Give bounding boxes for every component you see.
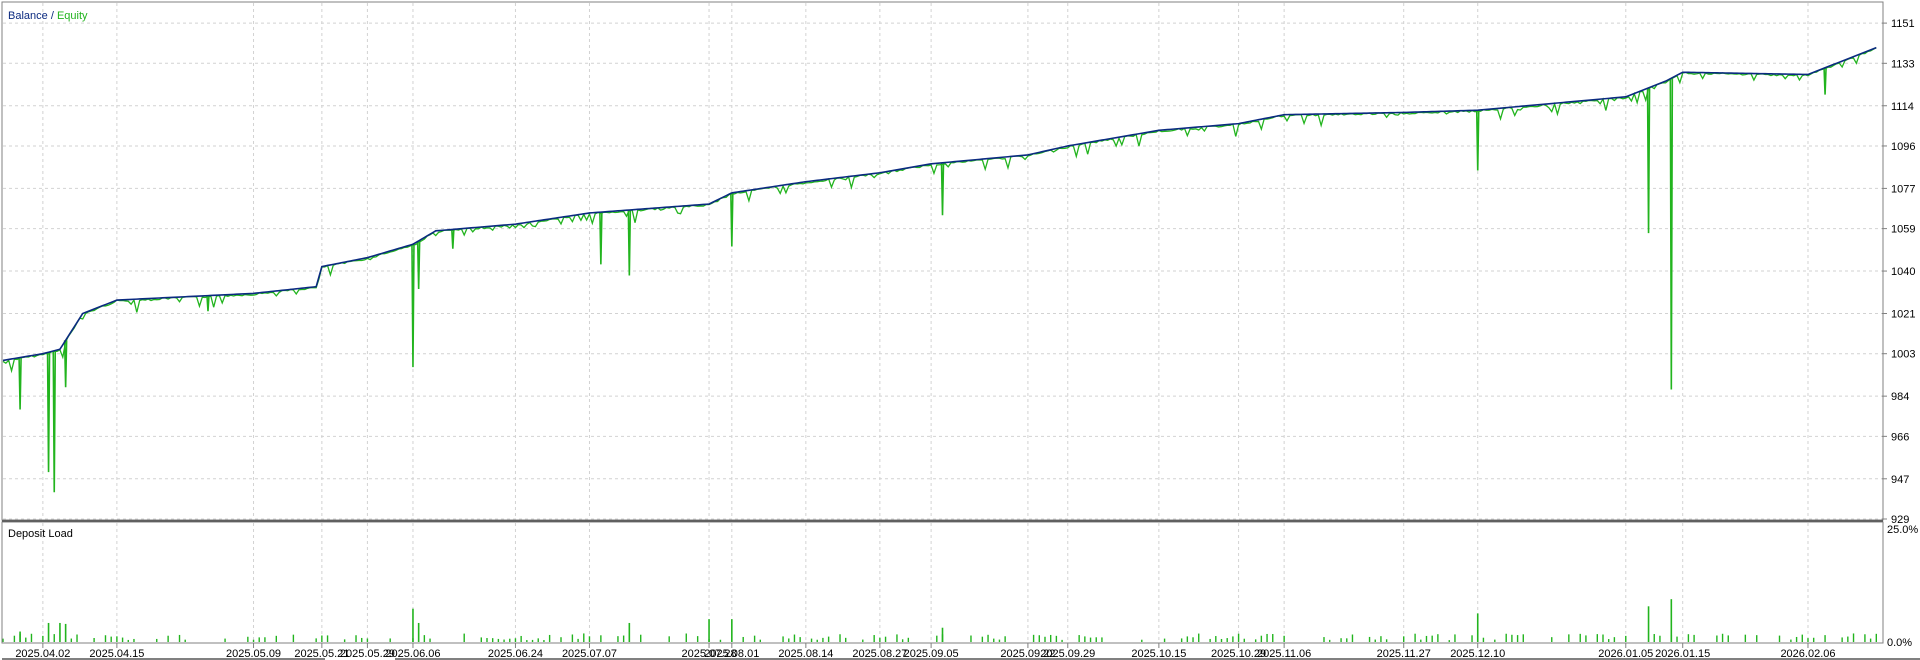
legend-separator: / xyxy=(48,10,57,22)
legend-equity: Equity xyxy=(57,10,88,22)
x-tick-label: 2025.06.24 xyxy=(488,648,543,660)
x-tick-label: 2025.08.14 xyxy=(778,648,833,660)
y-tick-label: 1114 xyxy=(1891,101,1914,113)
x-tick-label: 2025.09.05 xyxy=(904,648,959,660)
x-tick-label: 2025.04.02 xyxy=(15,648,70,660)
x-tick-label: 2025.11.06 xyxy=(1257,648,1311,660)
x-tick-label: 2025.06.06 xyxy=(385,648,440,660)
x-tick-label: 2025.04.15 xyxy=(89,648,144,660)
y-tick-label: 1133 xyxy=(1891,58,1915,70)
y-tick-label: 1003 xyxy=(1891,349,1915,361)
x-tick-label: 2025.05.09 xyxy=(226,648,281,660)
y-tick-label: 1096 xyxy=(1891,141,1915,153)
y-tick-label: 1059 xyxy=(1891,224,1915,236)
chart-area: 1151 1133 1114 1096 1077 1059 1040 1021 1003 984 9… xyxy=(0,0,1920,660)
y-tick-label-deposit: 0.0% xyxy=(1887,637,1912,649)
x-tick-label: 2025.09.29 xyxy=(1040,648,1095,660)
y-tick-label: 984 xyxy=(1891,391,1909,403)
y-tick-label: 1077 xyxy=(1891,183,1915,195)
x-tick-label: 2026.02.06 xyxy=(1780,648,1835,660)
x-tick-label: 2025.08.27 xyxy=(852,648,907,660)
y-tick-label: 1151 xyxy=(1891,18,1915,30)
x-tick-label: 2025.07.07 xyxy=(562,648,617,660)
x-tick-label: 2026.01.15 xyxy=(1655,648,1710,660)
y-tick-label-deposit: 25.0% xyxy=(1887,524,1918,536)
x-tick-label: 2025.11.27 xyxy=(1377,648,1431,660)
y-tick-label: 966 xyxy=(1891,431,1909,443)
y-tick-label: 1021 xyxy=(1891,308,1915,320)
legend-balance: Balance xyxy=(8,10,48,22)
x-tick-label: 2025.08.01 xyxy=(704,648,759,660)
y-tick-label: 947 xyxy=(1891,474,1909,486)
legend: Balance / Equity xyxy=(8,10,88,22)
deposit-load-title: Deposit Load xyxy=(8,528,73,540)
y-tick-label: 1040 xyxy=(1891,266,1915,278)
x-tick-label: 2025.10.15 xyxy=(1131,648,1186,660)
x-tick-label: 2026.01.05 xyxy=(1598,648,1653,660)
x-tick-label: 2025.12.10 xyxy=(1450,648,1505,660)
